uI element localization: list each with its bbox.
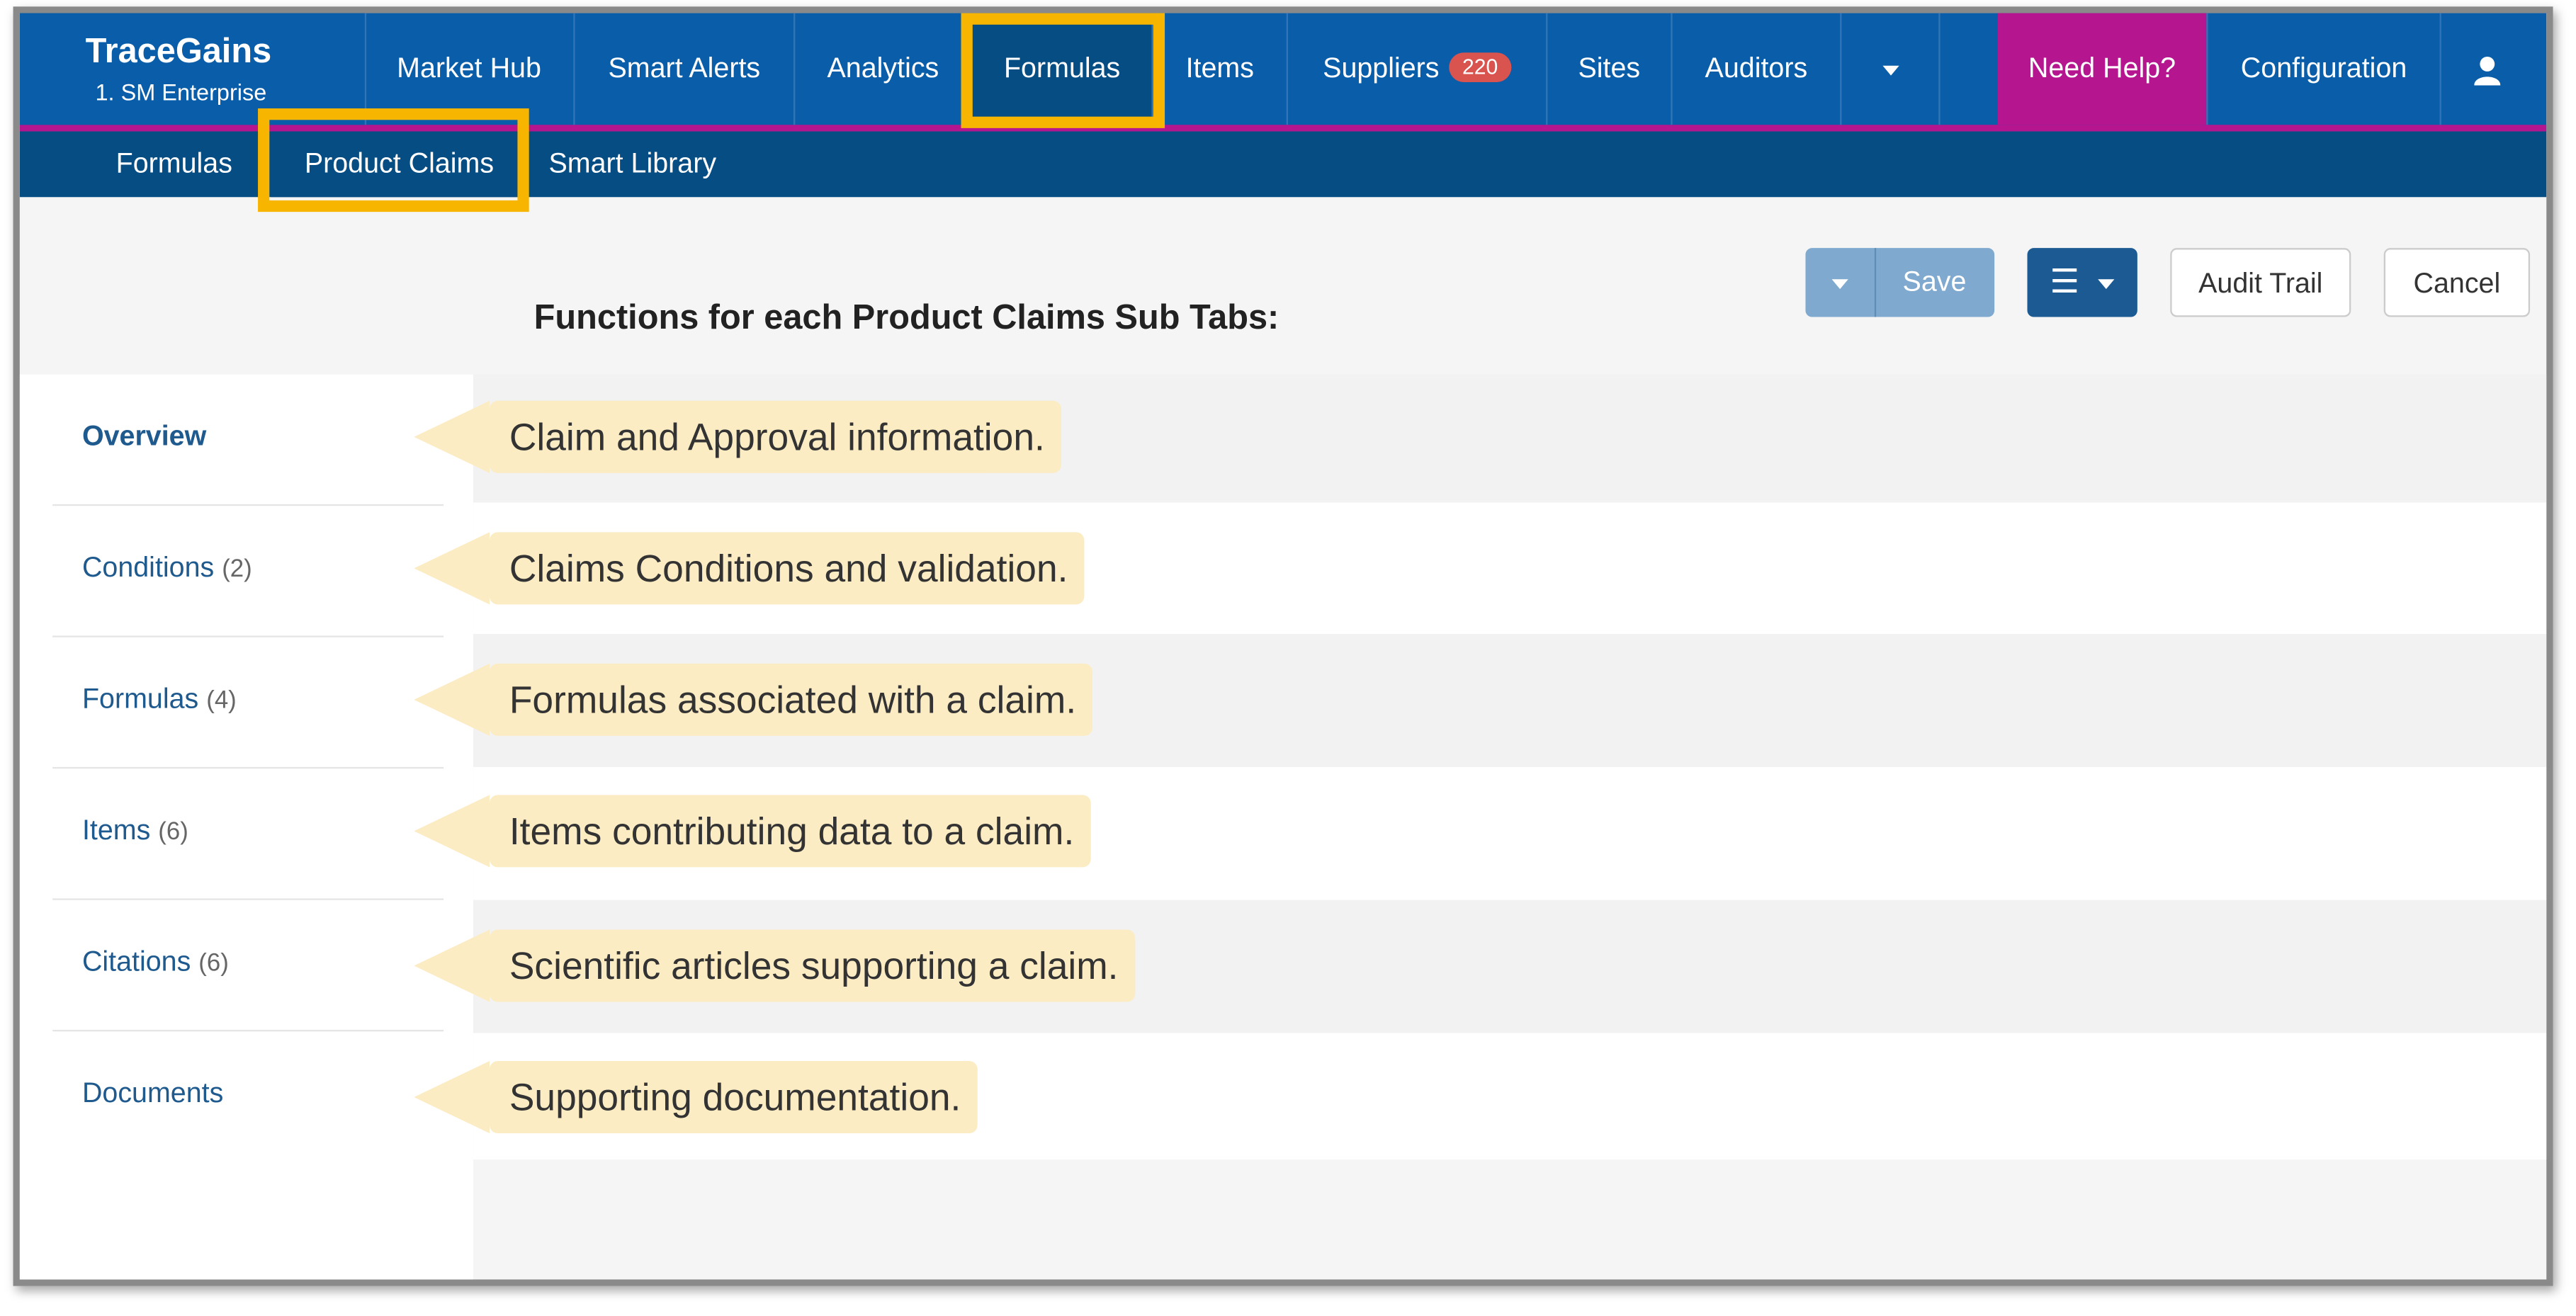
nav-smart-alerts[interactable]: Smart Alerts	[575, 13, 796, 125]
nav-configuration[interactable]: Configuration	[2208, 13, 2441, 125]
brand[interactable]: TraceGains 1. SM Enterprise	[19, 13, 367, 125]
subtab-smart-library[interactable]: Smart Library	[534, 132, 731, 198]
audit-trail-button[interactable]: Audit Trail	[2170, 248, 2351, 317]
save-options-dropdown[interactable]	[1805, 248, 1877, 317]
sidebar-item-label: Conditions	[81, 552, 215, 584]
sidebar-item-count: (2)	[222, 555, 252, 584]
sub-navbar: Formulas Product Claims Smart Library	[19, 131, 2547, 198]
sidebar-item-count: (6)	[198, 949, 229, 977]
page-heading: Functions for each Product Claims Sub Ta…	[533, 299, 1279, 337]
sidebar-item-count: (4)	[206, 686, 237, 715]
save-button-group: Save	[1805, 248, 1995, 317]
sidebar-item-label: Overview	[81, 420, 207, 452]
nav-market-hub[interactable]: Market Hub	[365, 13, 575, 125]
hamburger-icon: ☰	[2050, 264, 2079, 301]
nav-suppliers[interactable]: Suppliers 220	[1288, 13, 1548, 125]
sidebar-item-overview[interactable]: Overview	[52, 375, 444, 506]
chevron-down-icon	[1882, 64, 1899, 75]
sidebar-item-label: Documents	[81, 1077, 224, 1109]
callout-conditions: Claims Conditions and validation.	[414, 532, 1085, 605]
chevron-down-icon	[1831, 278, 1848, 288]
sidebar-item-formulas[interactable]: Formulas (4)	[52, 637, 444, 769]
nav-formulas[interactable]: Formulas	[972, 13, 1153, 125]
actions-menu-button[interactable]: ☰	[2027, 248, 2137, 317]
sidebar-item-label: Items	[81, 815, 151, 846]
top-navbar: TraceGains 1. SM Enterprise Market Hub S…	[19, 13, 2547, 132]
callout-citations: Scientific articles supporting a claim.	[414, 929, 1135, 1002]
brand-subtitle: 1. SM Enterprise	[95, 79, 267, 106]
callout-documents: Supporting documentation.	[414, 1060, 978, 1134]
callout-formulas: Formulas associated with a claim.	[414, 663, 1093, 736]
chevron-down-icon	[2098, 278, 2115, 289]
callout-items: Items contributing data to a claim.	[414, 795, 1091, 868]
sidebar-item-label: Citations	[81, 946, 191, 977]
app-window: TraceGains 1. SM Enterprise Market Hub S…	[13, 6, 2553, 1286]
sidebar-item-label: Formulas	[81, 683, 199, 715]
callout-overview: Claim and Approval information.	[414, 400, 1061, 473]
need-help-button[interactable]: Need Help?	[1997, 13, 2208, 125]
sidebar-item-citations[interactable]: Citations (6)	[52, 900, 444, 1032]
sidebar-item-items[interactable]: Items (6)	[52, 768, 444, 900]
save-button[interactable]: Save	[1875, 248, 1994, 317]
sidebar-tabs: Overview Conditions (2) Formulas (4) Ite…	[19, 374, 473, 1280]
cancel-button[interactable]: Cancel	[2383, 248, 2531, 317]
subtab-product-claims[interactable]: Product Claims	[271, 131, 528, 198]
nav-items[interactable]: Items	[1153, 13, 1288, 125]
subtab-formulas[interactable]: Formulas	[98, 132, 249, 198]
nav-more-dropdown[interactable]	[1841, 13, 1941, 125]
suppliers-count-badge: 220	[1449, 52, 1511, 82]
sidebar-item-documents[interactable]: Documents	[52, 1031, 444, 1163]
brand-name: TraceGains	[85, 33, 272, 71]
nav-auditors[interactable]: Auditors	[1673, 13, 1842, 125]
nav-analytics[interactable]: Analytics	[795, 13, 973, 125]
sidebar-item-conditions[interactable]: Conditions (2)	[52, 506, 444, 637]
sidebar-item-count: (6)	[158, 817, 188, 846]
nav-sites[interactable]: Sites	[1547, 13, 1673, 125]
user-menu[interactable]	[2441, 13, 2533, 125]
user-icon	[2474, 55, 2501, 85]
nav-suppliers-label: Suppliers	[1323, 52, 1440, 84]
